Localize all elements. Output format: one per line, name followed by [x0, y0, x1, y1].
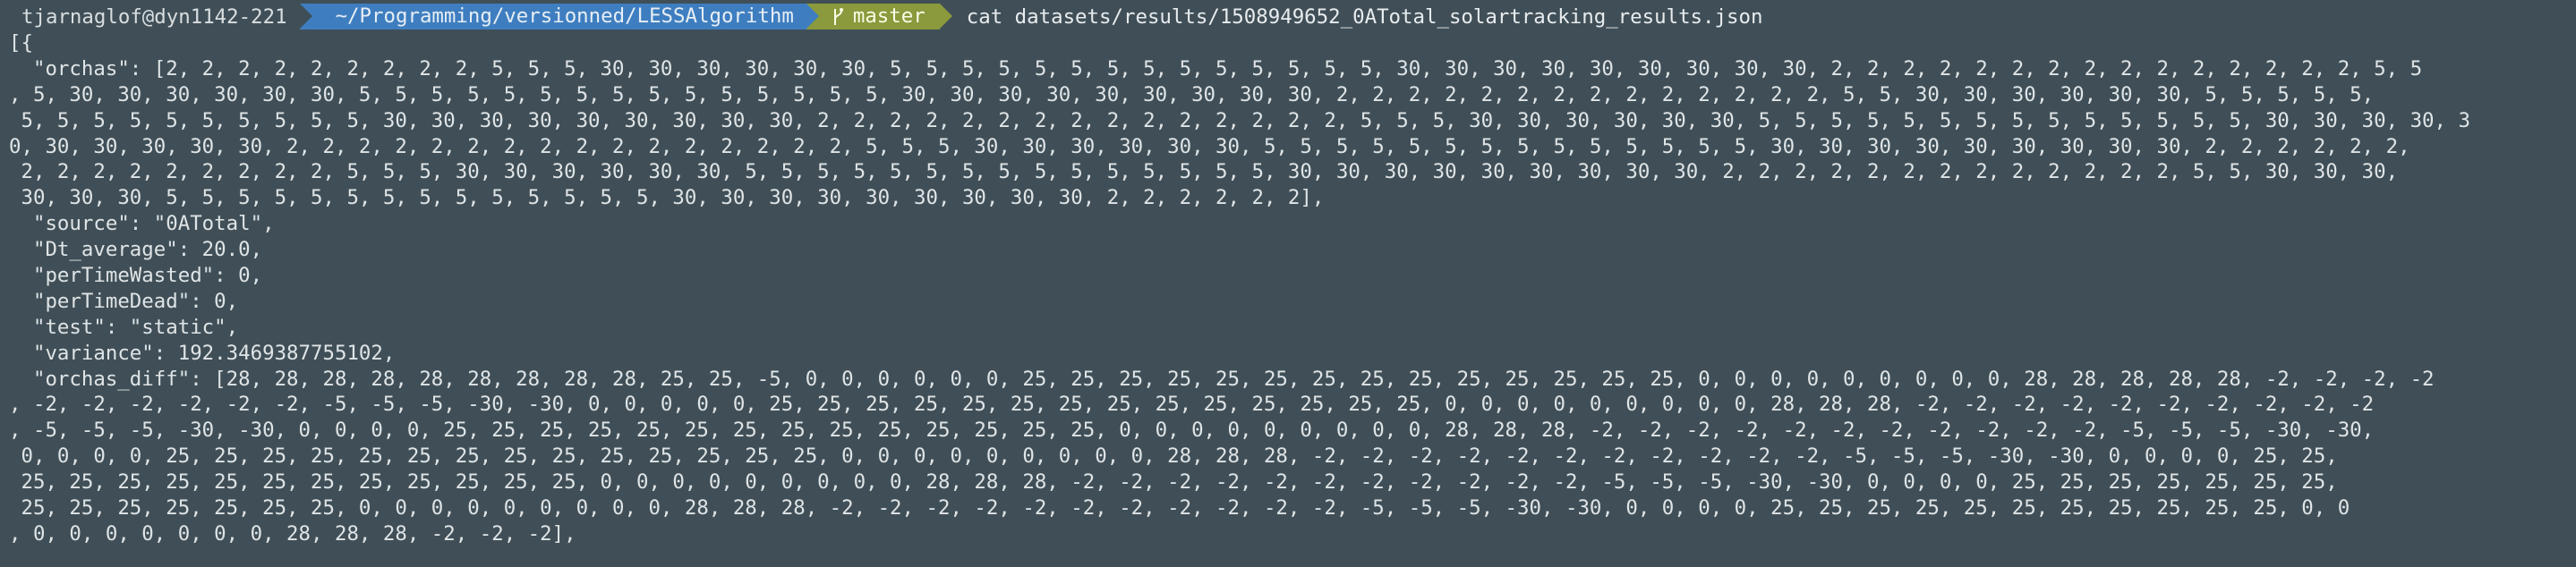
- command-output: [{ "orchas": [2, 2, 2, 2, 2, 2, 2, 2, 2,…: [9, 30, 2576, 547]
- output-line: , 5, 30, 30, 30, 30, 30, 30, 5, 5, 5, 5,…: [9, 82, 2375, 106]
- output-line: "variance": 192.3469387755102,: [9, 341, 396, 365]
- git-branch-icon: [833, 7, 843, 25]
- shell-prompt: tjarnaglof@dyn1142-221 ~/Programming/ver…: [9, 3, 2576, 30]
- prompt-user-host: tjarnaglof@dyn1142-221: [21, 4, 287, 29]
- output-line: 25, 25, 25, 25, 25, 25, 25, 25, 25, 25, …: [9, 470, 2338, 495]
- output-line: , 0, 0, 0, 0, 0, 0, 0, 28, 28, 28, -2, -…: [9, 521, 576, 546]
- output-line: [{: [9, 31, 33, 55]
- output-line: "test": "static",: [9, 315, 239, 339]
- output-line: , -5, -5, -5, -30, -30, 0, 0, 0, 0, 25, …: [9, 419, 2375, 443]
- output-line: 0, 30, 30, 30, 30, 30, 2, 2, 2, 2, 2, 2,…: [9, 134, 2410, 158]
- output-line: "source": "0ATotal",: [9, 212, 275, 236]
- output-line: 2, 2, 2, 2, 2, 2, 2, 2, 2, 5, 5, 5, 30, …: [9, 160, 2399, 184]
- output-line: "Dt_average": 20.0,: [9, 238, 263, 262]
- output-line: 0, 0, 0, 0, 25, 25, 25, 25, 25, 25, 25, …: [9, 444, 2338, 469]
- prompt-branch-name: master: [852, 4, 925, 28]
- output-line: 30, 30, 30, 5, 5, 5, 5, 5, 5, 5, 5, 5, 5…: [9, 186, 1325, 210]
- output-line: "orchas": [2, 2, 2, 2, 2, 2, 2, 2, 2, 5,…: [9, 56, 2423, 80]
- output-line: "orchas_diff": [28, 28, 28, 28, 28, 28, …: [9, 367, 2435, 391]
- command-text: cat datasets/results/1508949652_0ATotal_…: [966, 4, 1763, 29]
- output-line: 25, 25, 25, 25, 25, 25, 25, 0, 0, 0, 0, …: [9, 496, 2350, 520]
- output-line: , -2, -2, -2, -2, -2, -2, -5, -5, -5, -3…: [9, 393, 2375, 417]
- prompt-path-segment: ~/Programming/versionned/LESSAlgorithm: [299, 4, 820, 30]
- output-line: 5, 5, 5, 5, 5, 5, 5, 5, 5, 5, 30, 30, 30…: [9, 108, 2470, 132]
- prompt-git-segment: master: [806, 4, 952, 30]
- output-line: "perTimeWasted": 0,: [9, 264, 263, 288]
- output-line: "perTimeDead": 0,: [9, 289, 239, 313]
- terminal-window[interactable]: tjarnaglof@dyn1142-221 ~/Programming/ver…: [0, 0, 2576, 567]
